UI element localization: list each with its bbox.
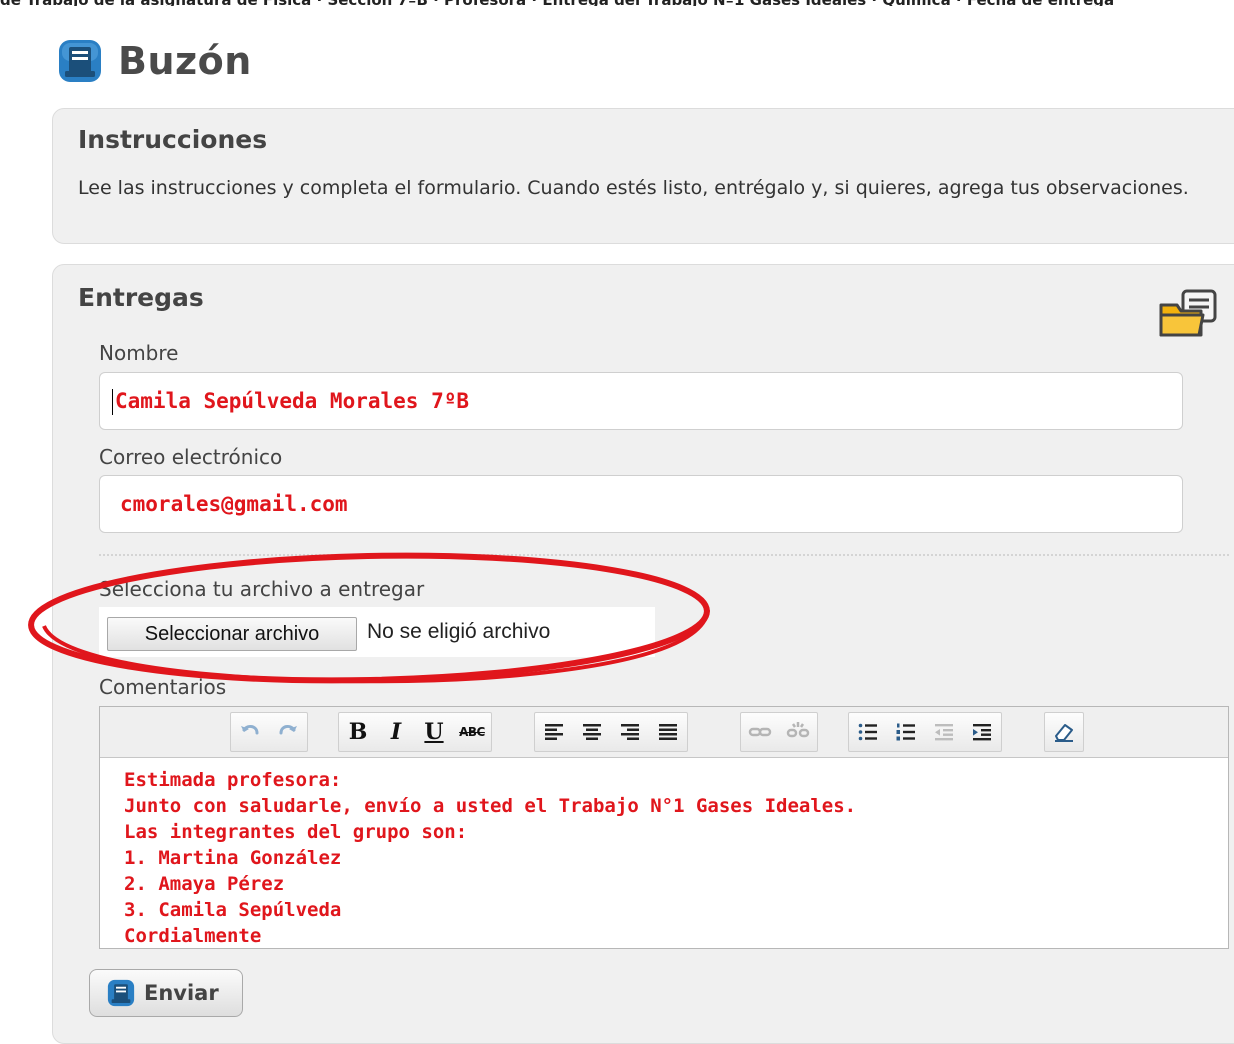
link-icon (748, 727, 772, 737)
clear-format-group (1044, 712, 1084, 752)
instructions-text: Lee las instrucciones y completa el form… (78, 177, 1189, 199)
unlink-icon (786, 722, 810, 738)
comment-line: Las integrantes del grupo son: (124, 821, 468, 843)
instructions-panel: Instrucciones Lee las instrucciones y co… (52, 108, 1234, 244)
indent-button[interactable] (963, 713, 1001, 751)
comment-line: Cordialmente (124, 925, 262, 947)
instructions-title: Instrucciones (78, 125, 268, 154)
bold-button[interactable]: B (339, 713, 377, 751)
file-status: No se eligió archivo (367, 620, 551, 643)
unlink-button[interactable] (779, 713, 817, 751)
redo-button[interactable] (269, 713, 307, 751)
text-caret (112, 389, 113, 415)
bullet-list-button[interactable] (849, 713, 887, 751)
indent-icon (973, 724, 991, 741)
redo-icon (279, 724, 297, 735)
mailbox-icon (107, 979, 135, 1007)
send-button-label: Enviar (144, 981, 219, 1005)
undo-icon (241, 724, 259, 735)
page-title: Buzón (118, 39, 252, 83)
deliveries-panel: Entregas Nombre Camila Sepúlveda Morales… (52, 264, 1234, 1044)
comment-line: 2. Amaya Pérez (124, 873, 285, 895)
bullet-list-icon (858, 723, 877, 741)
align-center-icon (583, 724, 601, 740)
file-input[interactable]: Seleccionar archivo No se eligió archivo (99, 607, 655, 657)
align-left-icon (545, 724, 563, 740)
email-label: Correo electrónico (99, 445, 283, 469)
align-right-icon (621, 724, 639, 740)
form-separator (99, 554, 1229, 556)
align-left-button[interactable] (535, 713, 573, 751)
remove-format-button[interactable] (1045, 713, 1083, 751)
list-group (848, 712, 1002, 752)
comment-line: 1. Martina González (124, 847, 342, 869)
underline-button[interactable]: U (415, 713, 453, 751)
outdent-button[interactable] (925, 713, 963, 751)
numbered-list-button[interactable] (887, 713, 925, 751)
name-input[interactable]: Camila Sepúlveda Morales 7ºB (99, 372, 1183, 430)
comments-text: Estimada profesora: Junto con saludarle,… (124, 767, 1204, 949)
mailbox-icon (59, 40, 101, 82)
email-input-value: cmorales@gmail.com (120, 492, 348, 516)
undo-button[interactable] (231, 713, 269, 751)
undo-redo-group (230, 712, 308, 752)
folder-icon (1159, 289, 1217, 337)
page-header: Buzón (56, 33, 252, 89)
name-input-value: Camila Sepúlveda Morales 7ºB (115, 389, 470, 413)
comment-line: Junto con saludarle, envío a usted el Tr… (124, 795, 857, 817)
send-button[interactable]: Enviar (89, 969, 243, 1017)
comments-label: Comentarios (99, 675, 227, 699)
italic-button[interactable]: I (377, 713, 415, 751)
editor-toolbar: B I U ABC (100, 707, 1228, 758)
comment-line: 3. Camila Sepúlveda (124, 899, 342, 921)
align-group (534, 712, 688, 752)
align-center-button[interactable] (573, 713, 611, 751)
eraser-icon (1055, 724, 1073, 742)
file-label: Selecciona tu archivo a entregar (99, 577, 425, 601)
link-button[interactable] (741, 713, 779, 751)
name-label: Nombre (99, 341, 179, 365)
deliveries-title: Entregas (78, 283, 204, 312)
choose-file-button[interactable]: Seleccionar archivo (107, 617, 357, 651)
format-group: B I U ABC (338, 712, 492, 752)
justify-button[interactable] (649, 713, 687, 751)
email-input[interactable]: cmorales@gmail.com (99, 475, 1183, 533)
comment-line: Estimada profesora: (124, 769, 342, 791)
top-cropped-text: de Trabajo de la asignatura de Física · … (0, 0, 1234, 6)
outdent-icon (935, 724, 953, 741)
align-right-button[interactable] (611, 713, 649, 751)
link-group (740, 712, 818, 752)
numbered-list-icon (896, 723, 915, 741)
justify-icon (659, 724, 677, 740)
comments-editor[interactable]: B I U ABC Estimada profesora: Junto con … (99, 706, 1229, 949)
strikethrough-button[interactable]: ABC (453, 713, 491, 751)
